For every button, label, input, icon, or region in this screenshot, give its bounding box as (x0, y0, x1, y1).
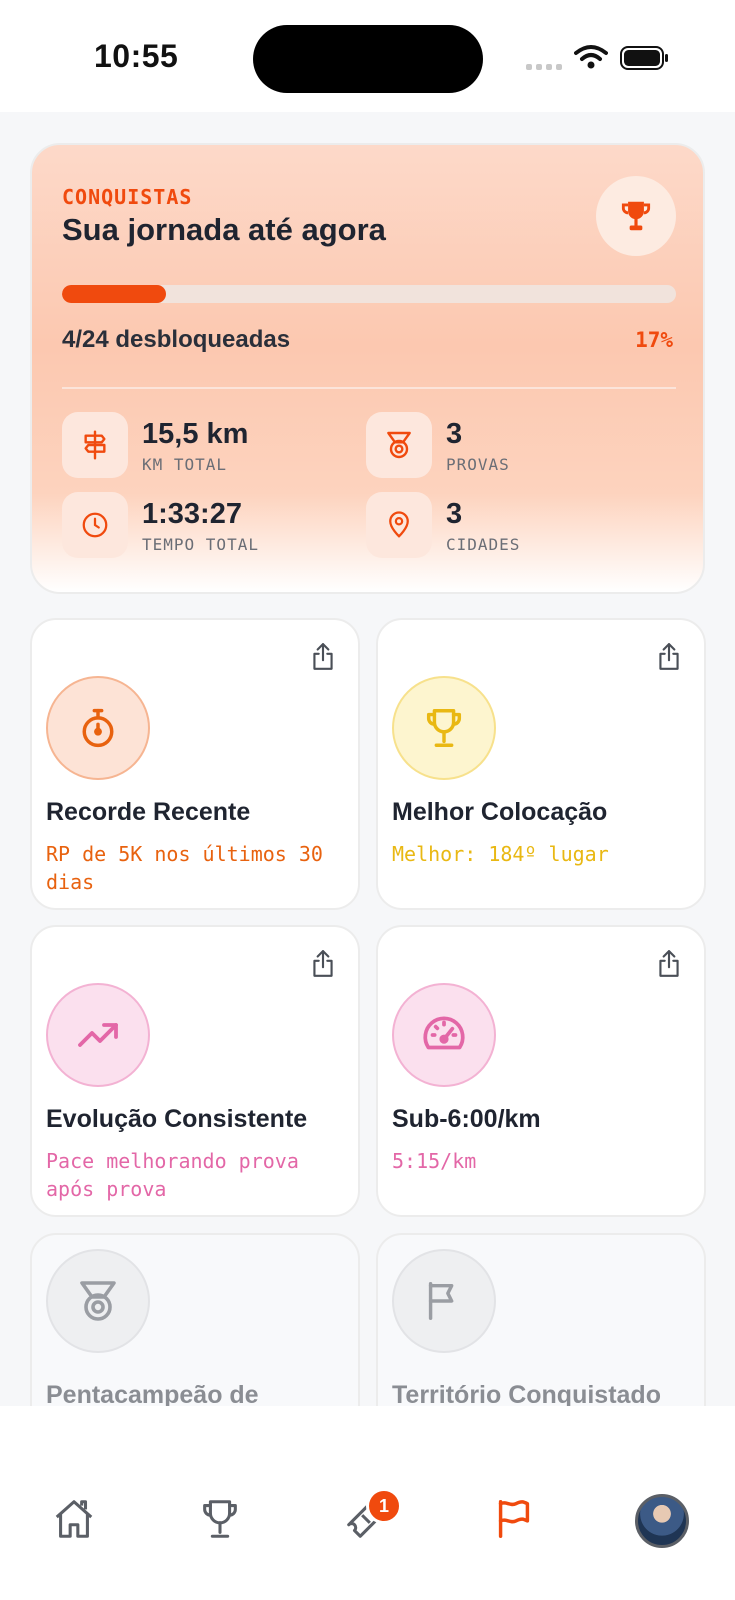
medal-icon (80, 1281, 116, 1321)
stat-value: 15,5 km (142, 417, 249, 450)
status-bar: 10:55 (0, 0, 735, 112)
achievement-subtitle: 5:15/km (392, 1149, 477, 1173)
achievement-badge (46, 1249, 150, 1353)
achievement-card-melhor-colocacao[interactable]: Melhor Colocação Melhor: 184º lugar (376, 618, 706, 910)
map-pin-icon (366, 492, 432, 558)
profile-avatar[interactable] (635, 1494, 689, 1548)
achievement-badge (392, 1249, 496, 1353)
divider (62, 387, 676, 389)
trophy-icon[interactable] (197, 1496, 243, 1542)
share-icon[interactable] (656, 949, 682, 979)
achievement-badge (46, 676, 150, 780)
flag-icon[interactable] (491, 1496, 537, 1542)
achievements-progress-bar (62, 285, 676, 303)
wifi-icon (574, 45, 608, 69)
achievement-card-evolucao-consistente[interactable]: Evolução Consistente Pace melhorando pro… (30, 925, 360, 1217)
achievement-badge (392, 983, 496, 1087)
achievement-title: Sub-6:00/km (392, 1105, 541, 1133)
share-icon[interactable] (310, 949, 336, 979)
stat-cidades: 3 CIDADES (366, 492, 520, 558)
achievement-card-territorio-conquistado[interactable]: Território Conquistado (376, 1233, 706, 1433)
signpost-icon (62, 412, 128, 478)
stat-label: KM TOTAL (142, 454, 228, 474)
progress-fill (62, 285, 167, 303)
stopwatch-icon (82, 708, 114, 748)
stat-km-total: 15,5 km KM TOTAL (62, 412, 248, 478)
achievement-title: Melhor Colocação (392, 798, 608, 826)
trophy-icon (621, 201, 651, 231)
notification-badge: 1 (366, 1488, 402, 1524)
stat-label: TEMPO TOTAL (142, 534, 259, 554)
achievement-card-recorde-recente[interactable]: Recorde Recente RP de 5K nos últimos 30 … (30, 618, 360, 910)
progress-percent: 17% (635, 328, 673, 352)
achievement-subtitle: Melhor: 184º lugar (392, 842, 609, 866)
achievement-subtitle: Pace melhorando prova após prova (46, 1149, 299, 1201)
achievement-badge (46, 983, 150, 1087)
stat-label: PROVAS (446, 454, 510, 474)
stat-value: 3 (446, 417, 463, 450)
share-icon[interactable] (310, 642, 336, 672)
dynamic-island (253, 25, 483, 93)
speedometer-icon (423, 1016, 465, 1050)
clock-icon (62, 492, 128, 558)
achievement-badge (392, 676, 496, 780)
trending-up-icon (78, 1023, 118, 1047)
trophy-icon (426, 709, 462, 747)
status-time: 10:55 (94, 38, 179, 74)
trophy-badge (596, 176, 676, 256)
achievement-card-pentacampeao[interactable]: Pentacampeão de (30, 1233, 360, 1433)
home-icon[interactable] (51, 1496, 97, 1542)
achievements-summary-card: CONQUISTAS Sua jornada até agora 4/24 de… (30, 143, 705, 594)
stat-tempo-total: 1:33:27 TEMPO TOTAL (62, 492, 259, 558)
achievement-title: Recorde Recente (46, 798, 251, 826)
stat-value: 3 (446, 497, 463, 530)
signal-icon (526, 64, 562, 70)
bottom-navigation: 1 (0, 1406, 735, 1600)
summary-title: Sua jornada até agora (62, 212, 386, 247)
stat-label: CIDADES (446, 534, 521, 554)
achievement-subtitle: RP de 5K nos últimos 30 dias (46, 842, 323, 894)
share-icon[interactable] (656, 642, 682, 672)
battery-icon (620, 46, 668, 70)
flag-icon (428, 1282, 454, 1320)
summary-eyebrow: CONQUISTAS (62, 185, 193, 209)
achievement-card-sub-6[interactable]: Sub-6:00/km 5:15/km (376, 925, 706, 1217)
achievement-title: Evolução Consistente (46, 1105, 308, 1133)
stat-value: 1:33:27 (142, 497, 242, 530)
stat-provas: 3 PROVAS (366, 412, 510, 478)
medal-icon (366, 412, 432, 478)
progress-text: 4/24 desbloqueadas (62, 326, 291, 353)
